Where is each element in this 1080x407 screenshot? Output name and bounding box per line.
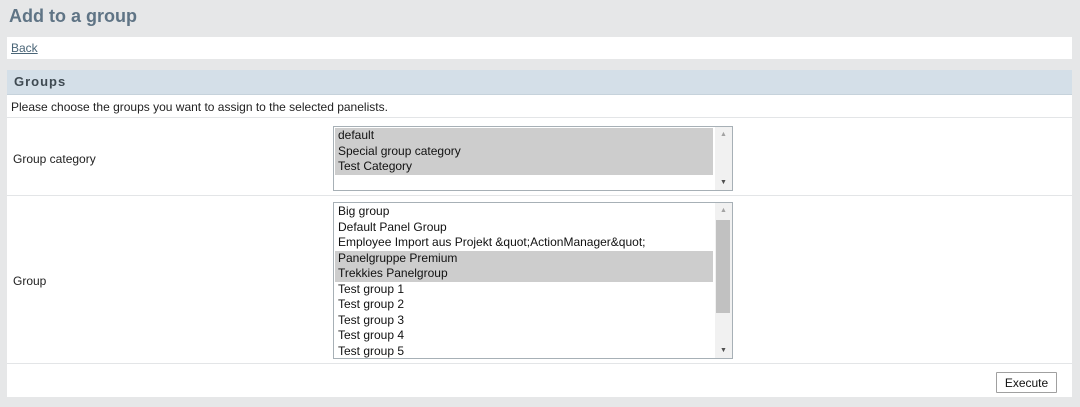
list-option[interactable]: Special group category — [335, 143, 713, 159]
intro-text: Please choose the groups you want to ass… — [11, 100, 388, 114]
back-bar: Back — [7, 37, 1072, 59]
list-option[interactable]: Panelgruppe Premium — [335, 250, 713, 266]
row-divider — [7, 117, 1072, 118]
list-option[interactable]: Employee Import aus Projekt &quot;Action… — [335, 235, 713, 251]
list-option[interactable]: Test Category — [335, 159, 713, 175]
group-category-listbox[interactable]: default Special group category Test Catego… — [333, 126, 733, 191]
panel-title: Groups — [14, 74, 67, 89]
list-option[interactable]: Test group 3 — [335, 313, 713, 329]
scroll-up-arrow-icon[interactable]: ▲ — [715, 127, 732, 142]
list-option[interactable]: Test group 5 — [335, 344, 713, 359]
row-divider — [7, 363, 1072, 364]
group-category-label: Group category — [13, 152, 96, 166]
list-option[interactable]: Test group 4 — [335, 328, 713, 344]
list-option[interactable]: default — [335, 128, 713, 144]
list-option[interactable]: Test group 2 — [335, 297, 713, 313]
group-scrollbar[interactable]: ▲ ▼ — [715, 203, 732, 358]
list-option[interactable]: Default Panel Group — [335, 220, 713, 236]
scroll-up-arrow-icon[interactable]: ▲ — [715, 203, 732, 218]
row-divider — [7, 195, 1072, 196]
groups-panel: Groups Please choose the groups you want… — [7, 70, 1072, 397]
group-options: Big group Default Panel Group Employee Imp… — [335, 204, 713, 359]
list-option[interactable]: Test group 1 — [335, 282, 713, 298]
scroll-down-arrow-icon[interactable]: ▼ — [715, 175, 732, 190]
execute-button[interactable]: Execute — [996, 372, 1057, 393]
group-category-options: default Special group category Test Catego… — [335, 128, 713, 175]
back-link[interactable]: Back — [11, 41, 38, 55]
group-label: Group — [13, 274, 47, 288]
group-listbox[interactable]: Big group Default Panel Group Employee Imp… — [333, 202, 733, 359]
panel-header: Groups — [7, 70, 1072, 95]
scrollbar-thumb[interactable] — [716, 220, 730, 313]
list-option[interactable]: Trekkies Panelgroup — [335, 266, 713, 282]
page-title: Add to a group — [9, 6, 137, 26]
list-option[interactable]: Big group — [335, 204, 713, 220]
group-category-scrollbar[interactable]: ▲ ▼ — [715, 127, 732, 190]
scroll-down-arrow-icon[interactable]: ▼ — [715, 343, 732, 358]
